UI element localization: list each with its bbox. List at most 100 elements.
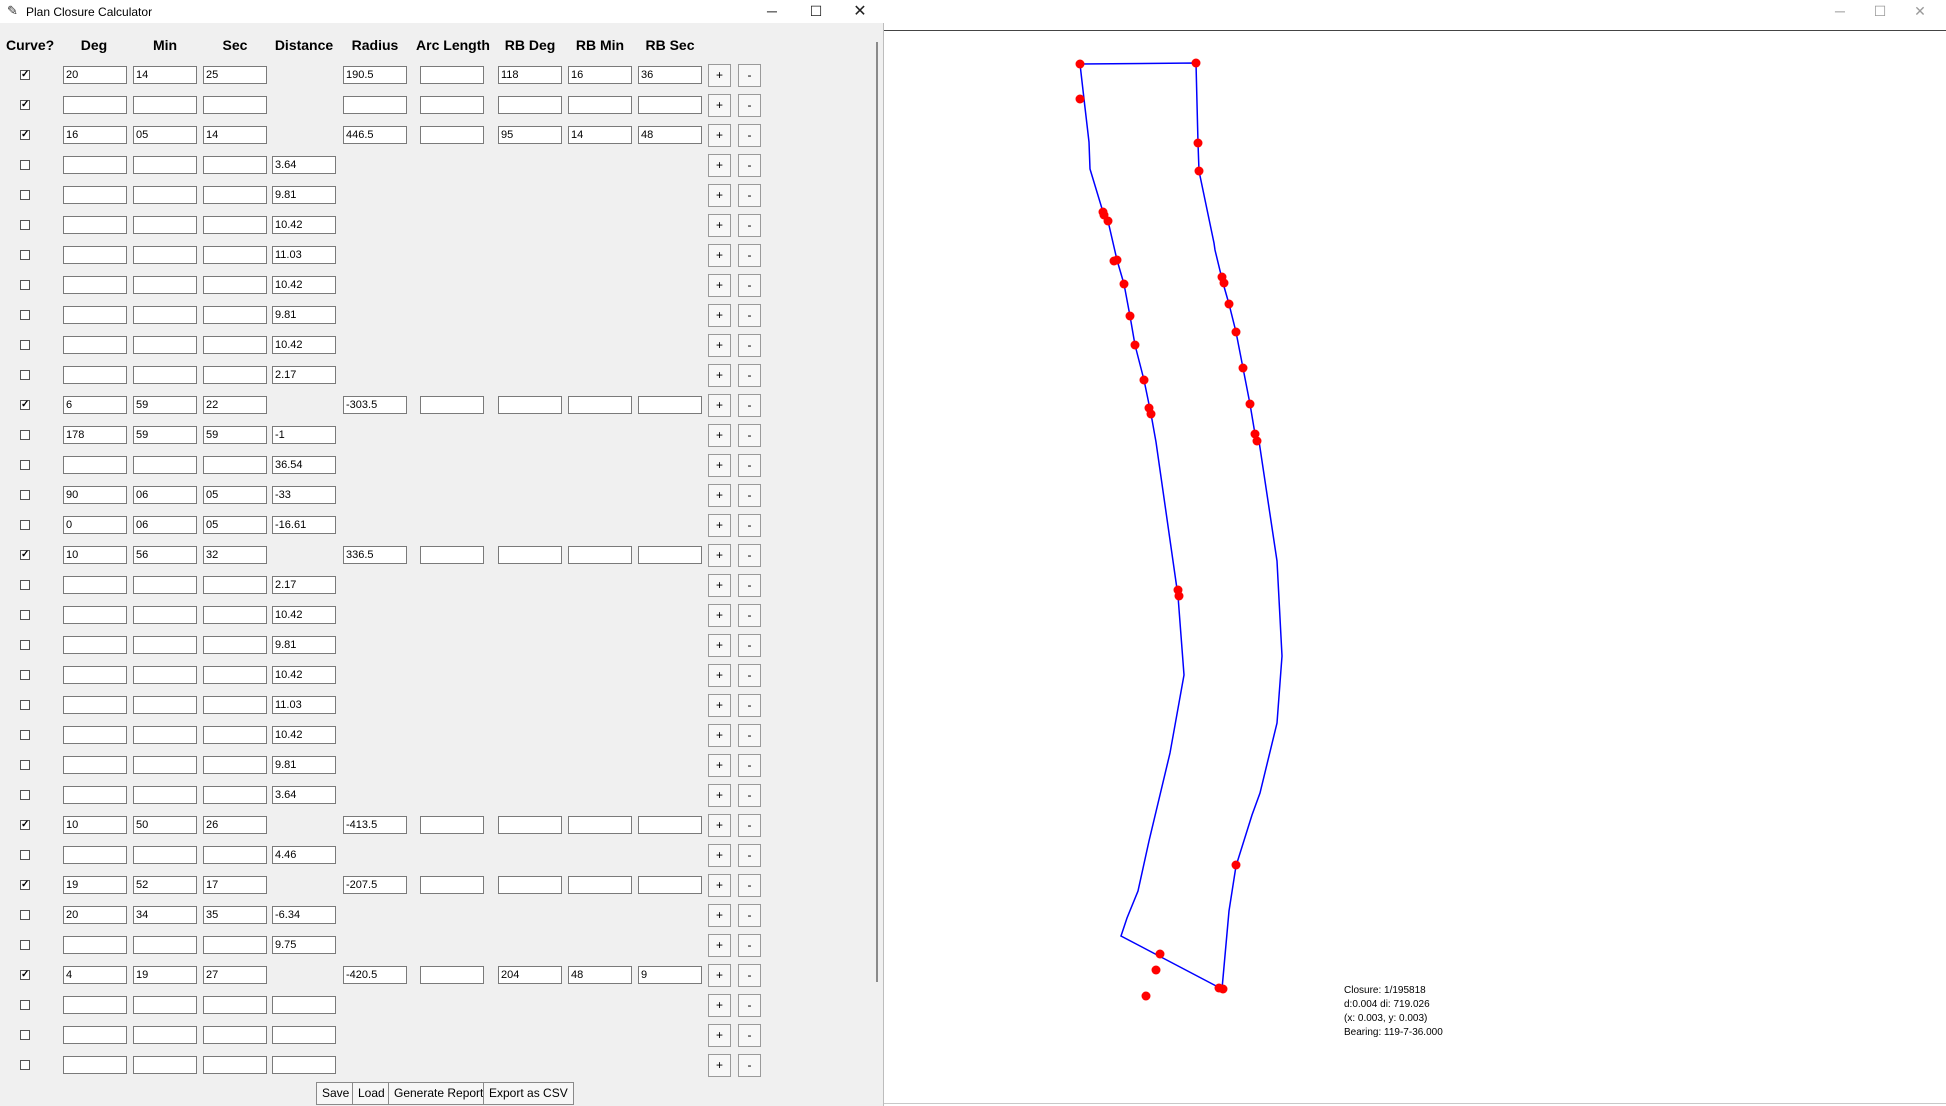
sec-input[interactable] — [203, 996, 267, 1014]
deg-input[interactable] — [63, 906, 127, 924]
rbsec-input[interactable] — [638, 96, 702, 114]
deg-input[interactable] — [63, 246, 127, 264]
deg-input[interactable] — [63, 126, 127, 144]
rbsec-input[interactable] — [638, 66, 702, 84]
remove-row-button[interactable]: - — [738, 154, 761, 177]
arc-input[interactable] — [420, 66, 484, 84]
plot-maximize-button[interactable]: ☐ — [1860, 3, 1900, 25]
deg-input[interactable] — [63, 276, 127, 294]
sec-input[interactable] — [203, 96, 267, 114]
deg-input[interactable] — [63, 96, 127, 114]
rbmin-input[interactable] — [568, 876, 632, 894]
deg-input[interactable] — [63, 156, 127, 174]
add-row-button[interactable]: + — [708, 664, 731, 687]
rbdeg-input[interactable] — [498, 876, 562, 894]
rbdeg-input[interactable] — [498, 66, 562, 84]
min-input[interactable] — [133, 576, 197, 594]
radius-input[interactable] — [343, 66, 407, 84]
curve-checkbox[interactable] — [20, 250, 30, 260]
deg-input[interactable] — [63, 396, 127, 414]
remove-row-button[interactable]: - — [738, 1054, 761, 1077]
add-row-button[interactable]: + — [708, 514, 731, 537]
curve-checkbox[interactable]: ✓ — [20, 400, 30, 410]
deg-input[interactable] — [63, 516, 127, 534]
deg-input[interactable] — [63, 606, 127, 624]
deg-input[interactable] — [63, 546, 127, 564]
rbdeg-input[interactable] — [498, 546, 562, 564]
deg-input[interactable] — [63, 336, 127, 354]
min-input[interactable] — [133, 66, 197, 84]
sec-input[interactable] — [203, 846, 267, 864]
remove-row-button[interactable]: - — [738, 274, 761, 297]
sec-input[interactable] — [203, 636, 267, 654]
curve-checkbox[interactable] — [20, 190, 30, 200]
curve-checkbox[interactable] — [20, 850, 30, 860]
add-row-button[interactable]: + — [708, 904, 731, 927]
deg-input[interactable] — [63, 816, 127, 834]
deg-input[interactable] — [63, 1026, 127, 1044]
remove-row-button[interactable]: - — [738, 724, 761, 747]
remove-row-button[interactable]: - — [738, 844, 761, 867]
remove-row-button[interactable]: - — [738, 304, 761, 327]
radius-input[interactable] — [343, 966, 407, 984]
arc-input[interactable] — [420, 816, 484, 834]
sec-input[interactable] — [203, 336, 267, 354]
rbsec-input[interactable] — [638, 966, 702, 984]
curve-checkbox[interactable]: ✓ — [20, 820, 30, 830]
remove-row-button[interactable]: - — [738, 934, 761, 957]
min-input[interactable] — [133, 666, 197, 684]
distance-input[interactable] — [272, 306, 336, 324]
add-row-button[interactable]: + — [708, 874, 731, 897]
curve-checkbox[interactable] — [20, 310, 30, 320]
add-row-button[interactable]: + — [708, 544, 731, 567]
sec-input[interactable] — [203, 426, 267, 444]
min-input[interactable] — [133, 636, 197, 654]
remove-row-button[interactable]: - — [738, 634, 761, 657]
min-input[interactable] — [133, 186, 197, 204]
add-row-button[interactable]: + — [708, 844, 731, 867]
distance-input[interactable] — [272, 336, 336, 354]
rbdeg-input[interactable] — [498, 966, 562, 984]
add-row-button[interactable]: + — [708, 484, 731, 507]
plot-close-button[interactable]: ✕ — [1900, 3, 1940, 25]
rbmin-input[interactable] — [568, 816, 632, 834]
sec-input[interactable] — [203, 186, 267, 204]
remove-row-button[interactable]: - — [738, 244, 761, 267]
curve-checkbox[interactable] — [20, 1000, 30, 1010]
rbsec-input[interactable] — [638, 126, 702, 144]
curve-checkbox[interactable] — [20, 580, 30, 590]
export-csv-button[interactable]: Export as CSV — [483, 1082, 574, 1105]
remove-row-button[interactable]: - — [738, 784, 761, 807]
min-input[interactable] — [133, 1026, 197, 1044]
min-input[interactable] — [133, 456, 197, 474]
add-row-button[interactable]: + — [708, 604, 731, 627]
deg-input[interactable] — [63, 666, 127, 684]
curve-checkbox[interactable]: ✓ — [20, 550, 30, 560]
rbsec-input[interactable] — [638, 546, 702, 564]
sec-input[interactable] — [203, 126, 267, 144]
distance-input[interactable] — [272, 216, 336, 234]
remove-row-button[interactable]: - — [738, 484, 761, 507]
sec-input[interactable] — [203, 1056, 267, 1074]
remove-row-button[interactable]: - — [738, 64, 761, 87]
min-input[interactable] — [133, 126, 197, 144]
distance-input[interactable] — [272, 996, 336, 1014]
sec-input[interactable] — [203, 696, 267, 714]
curve-checkbox[interactable] — [20, 940, 30, 950]
distance-input[interactable] — [272, 756, 336, 774]
distance-input[interactable] — [272, 456, 336, 474]
add-row-button[interactable]: + — [708, 244, 731, 267]
distance-input[interactable] — [272, 1026, 336, 1044]
load-button[interactable]: Load — [352, 1082, 391, 1105]
remove-row-button[interactable]: - — [738, 664, 761, 687]
min-input[interactable] — [133, 426, 197, 444]
curve-checkbox[interactable] — [20, 520, 30, 530]
deg-input[interactable] — [63, 186, 127, 204]
arc-input[interactable] — [420, 96, 484, 114]
add-row-button[interactable]: + — [708, 694, 731, 717]
remove-row-button[interactable]: - — [738, 214, 761, 237]
rbmin-input[interactable] — [568, 396, 632, 414]
min-input[interactable] — [133, 606, 197, 624]
min-input[interactable] — [133, 246, 197, 264]
deg-input[interactable] — [63, 456, 127, 474]
